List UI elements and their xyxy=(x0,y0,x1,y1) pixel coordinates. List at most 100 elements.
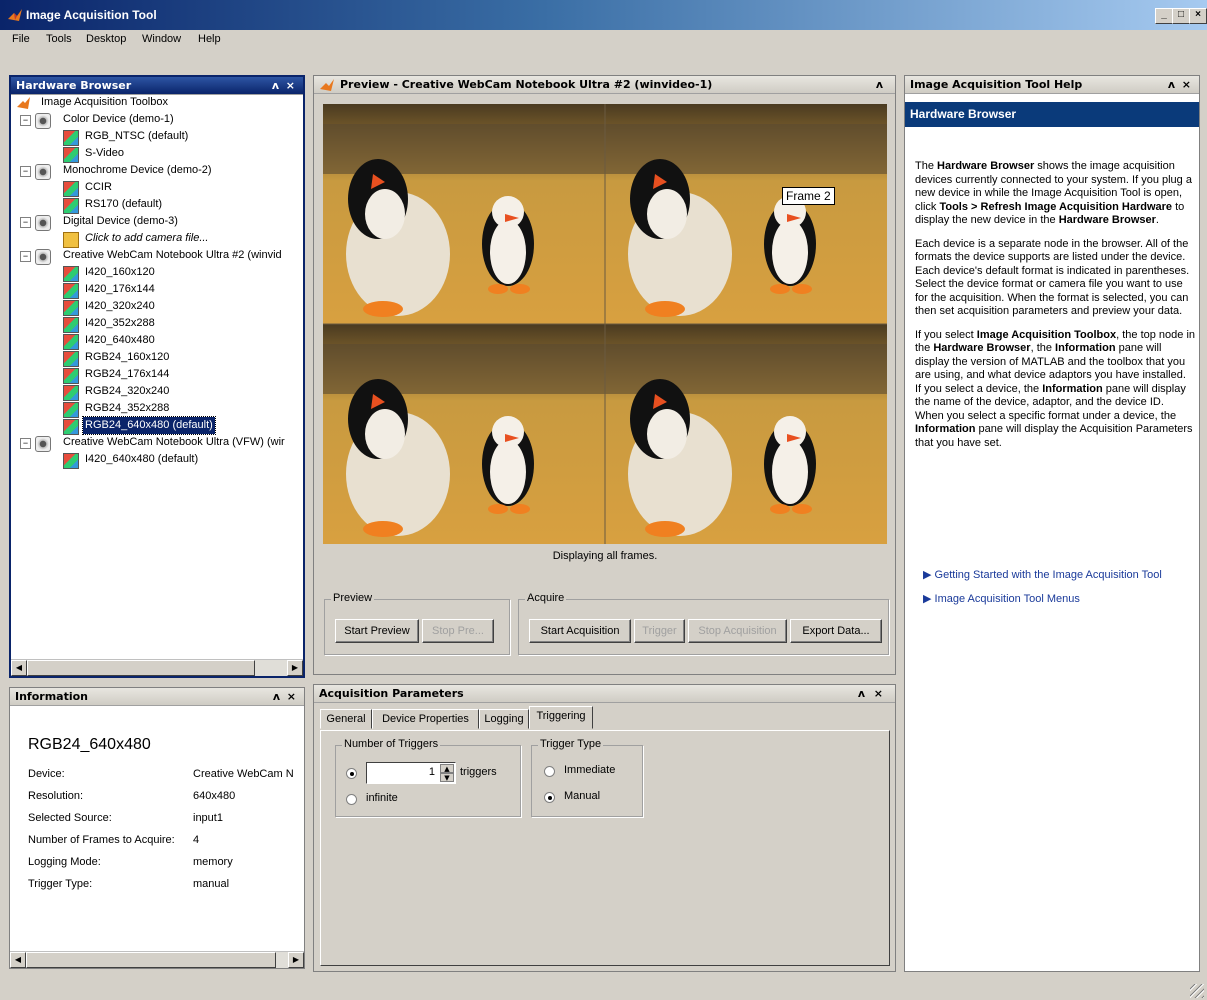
collapse-icon[interactable]: − xyxy=(20,438,31,449)
scroll-thumb[interactable] xyxy=(27,660,255,676)
info-value: input1 xyxy=(193,812,223,824)
format-icon xyxy=(63,368,79,384)
scroll-right-icon[interactable]: ▶ xyxy=(288,952,304,968)
tab-strip: General Device Properties Logging Trigge… xyxy=(320,706,890,731)
scroll-thumb[interactable] xyxy=(26,952,276,968)
help-link-menus[interactable]: ▶ Image Acquisition Tool Menus xyxy=(923,592,1080,605)
format-icon xyxy=(63,147,79,163)
collapse-icon[interactable]: − xyxy=(20,166,31,177)
triggers-count-value: 1 xyxy=(428,766,435,778)
frame-tooltip: Frame 2 xyxy=(782,187,835,205)
horizontal-scrollbar[interactable]: ◀ ▶ xyxy=(11,659,303,676)
triangle-right-icon: ▶ xyxy=(923,593,932,605)
scroll-right-icon[interactable]: ▶ xyxy=(287,660,303,676)
help-paragraph: The Hardware Browser shows the image acq… xyxy=(915,160,1192,226)
format-icon xyxy=(63,453,79,469)
info-value: 640x480 xyxy=(193,790,236,802)
resize-grip-icon[interactable] xyxy=(1190,984,1204,998)
information-title: Information xyxy=(15,690,88,703)
undock-icon[interactable]: ʌ xyxy=(876,76,883,94)
format-icon xyxy=(63,385,79,401)
start-acquisition-button[interactable]: Start Acquisition xyxy=(529,619,631,643)
horizontal-scrollbar[interactable]: ◀ ▶ xyxy=(10,951,304,968)
export-data-button[interactable]: Export Data... xyxy=(790,619,882,643)
format-icon xyxy=(63,419,79,435)
close-icon[interactable]: × xyxy=(286,77,295,95)
camera-icon xyxy=(35,436,51,452)
format-icon xyxy=(63,283,79,299)
undock-icon[interactable]: ʌ xyxy=(858,685,865,703)
menu-window[interactable]: Window xyxy=(142,33,181,45)
menu-desktop[interactable]: Desktop xyxy=(86,33,126,45)
help-header: Image Acquisition Tool Help ʌ × xyxy=(905,76,1199,94)
matlab-logo-icon xyxy=(17,97,30,109)
infinite-label: infinite xyxy=(366,792,398,804)
window-title: Image Acquisition Tool xyxy=(26,8,157,22)
close-icon[interactable]: × xyxy=(874,685,883,703)
spin-down-icon[interactable]: ▼ xyxy=(440,773,454,782)
minimize-button[interactable]: _ xyxy=(1155,8,1173,24)
scroll-left-icon[interactable]: ◀ xyxy=(10,952,26,968)
collapse-icon[interactable]: − xyxy=(20,217,31,228)
hardware-browser-header: Hardware Browser ʌ × xyxy=(11,77,303,95)
menu-tools[interactable]: Tools xyxy=(46,33,72,45)
info-value: manual xyxy=(193,878,230,890)
info-label: Resolution: xyxy=(28,790,84,802)
maximize-button[interactable]: □ xyxy=(1172,8,1190,24)
info-label: Number of Frames to Acquire: xyxy=(28,834,175,846)
triggers-count-radio[interactable] xyxy=(346,768,357,779)
title-bar: Image Acquisition Tool _ □ × xyxy=(0,0,1207,30)
camera-icon xyxy=(35,164,51,180)
spin-up-icon[interactable]: ▲ xyxy=(440,764,454,773)
infinite-radio[interactable] xyxy=(346,794,357,805)
close-icon[interactable]: × xyxy=(1182,76,1191,94)
stop-preview-button[interactable]: Stop Pre... xyxy=(422,619,494,643)
menu-help[interactable]: Help xyxy=(198,33,221,45)
info-label: Selected Source: xyxy=(28,812,112,824)
triggers-unit-label: triggers xyxy=(460,766,497,778)
undock-icon[interactable]: ʌ xyxy=(1168,76,1175,94)
format-icon xyxy=(63,402,79,418)
information-panel: Information ʌ × RGB24_640x480 Device: Cr… xyxy=(9,687,305,969)
preview-title: Preview - Creative WebCam Notebook Ultra… xyxy=(340,78,713,91)
hardware-browser-panel: Hardware Browser ʌ × Image Acquisition T… xyxy=(9,75,305,678)
help-panel: Image Acquisition Tool Help ʌ × Hardware… xyxy=(904,75,1200,972)
format-icon xyxy=(63,334,79,350)
tab-triggering[interactable]: Triggering xyxy=(529,706,593,729)
format-icon xyxy=(63,266,79,282)
triggering-tab-content: Number of Triggers 1 ▲ ▼ triggers infini… xyxy=(320,730,890,966)
triggers-count-spinner[interactable]: 1 ▲ ▼ xyxy=(366,762,456,784)
preview-group: Preview Start Preview Stop Pre... xyxy=(324,592,510,655)
collapse-icon[interactable]: − xyxy=(20,251,31,262)
manual-label: Manual xyxy=(564,790,601,802)
triangle-right-icon: ▶ xyxy=(923,569,932,581)
help-paragraph: Each device is a separate node in the br… xyxy=(915,237,1190,318)
help-heading: Hardware Browser xyxy=(905,102,1199,127)
format-icon xyxy=(63,181,79,197)
number-of-triggers-group: Number of Triggers 1 ▲ ▼ triggers infini… xyxy=(335,738,521,817)
close-icon[interactable]: × xyxy=(287,688,296,706)
preview-header: Preview - Creative WebCam Notebook Ultra… xyxy=(314,76,895,94)
undock-icon[interactable]: ʌ xyxy=(272,77,279,95)
info-label: Device: xyxy=(28,768,65,780)
information-heading: RGB24_640x480 xyxy=(28,736,151,753)
undock-icon[interactable]: ʌ xyxy=(273,688,280,706)
menu-file[interactable]: File xyxy=(12,33,30,45)
stop-acquisition-button[interactable]: Stop Acquisition xyxy=(688,619,787,643)
help-link-getting-started[interactable]: ▶ Getting Started with the Image Acquisi… xyxy=(923,568,1162,581)
close-button[interactable]: × xyxy=(1189,8,1207,24)
info-label: Trigger Type: xyxy=(28,878,93,890)
camera-icon xyxy=(35,249,51,265)
matlab-logo-icon xyxy=(8,9,22,21)
trigger-button[interactable]: Trigger xyxy=(634,619,685,643)
menu-bar: File Tools Desktop Window Help xyxy=(0,30,1207,50)
start-preview-button[interactable]: Start Preview xyxy=(335,619,419,643)
tab-device-properties[interactable]: Device Properties xyxy=(372,709,479,729)
acquisition-parameters-title: Acquisition Parameters xyxy=(319,687,464,700)
immediate-radio[interactable] xyxy=(544,766,555,777)
tab-logging[interactable]: Logging xyxy=(479,709,529,729)
collapse-icon[interactable]: − xyxy=(20,115,31,126)
tab-general[interactable]: General xyxy=(320,709,372,729)
scroll-left-icon[interactable]: ◀ xyxy=(11,660,27,676)
manual-radio[interactable] xyxy=(544,792,555,803)
